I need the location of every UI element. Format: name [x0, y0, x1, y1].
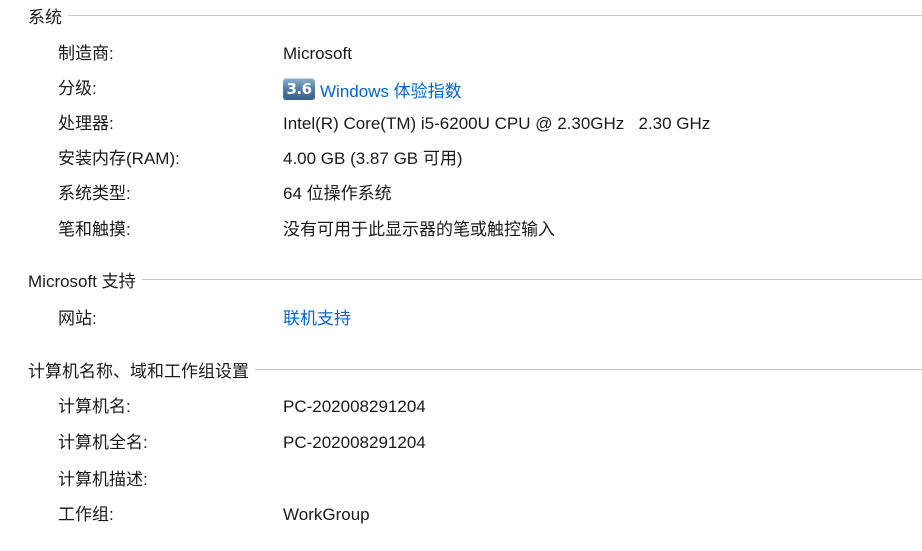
computer-description-label: 计算机描述: [58, 470, 148, 489]
section-divider [255, 369, 922, 370]
processor-label: 处理器: [58, 114, 114, 133]
rating-label: 分级: [58, 79, 97, 98]
pen-touch-value: 没有可用于此显示器的笔或触控输入 [283, 220, 555, 239]
full-computer-name-row: 计算机全名: PC-202008291204 [0, 429, 922, 457]
processor-value: Intel(R) Core(TM) i5-6200U CPU @ 2.30GHz… [283, 114, 711, 133]
computer-section-title: 计算机名称、域和工作组设置 [28, 361, 249, 381]
system-type-label: 系统类型: [58, 184, 131, 203]
full-computer-name-label: 计算机全名: [58, 433, 148, 452]
full-computer-name-value: PC-202008291204 [283, 433, 426, 452]
system-type-row: 系统类型: 64 位操作系统 [0, 180, 922, 208]
system-type-value: 64 位操作系统 [283, 184, 392, 203]
processor-row: 处理器: Intel(R) Core(TM) i5-6200U CPU @ 2.… [0, 110, 922, 138]
support-section-title: Microsoft 支持 [28, 271, 136, 291]
ram-label: 安装内存(RAM): [58, 149, 180, 168]
workgroup-row: 工作组: WorkGroup [0, 501, 922, 529]
computer-name-row: 计算机名: PC-202008291204 [0, 393, 922, 421]
workgroup-value: WorkGroup [283, 505, 370, 524]
manufacturer-row: 制造商: Microsoft [0, 40, 922, 68]
workgroup-label: 工作组: [58, 505, 114, 524]
computer-description-row: 计算机描述: [0, 466, 922, 494]
computer-name-label: 计算机名: [58, 397, 131, 416]
computer-name-value: PC-202008291204 [283, 397, 426, 416]
ram-value: 4.00 GB (3.87 GB 可用) [283, 149, 463, 168]
online-support-link[interactable]: 联机支持 [283, 305, 351, 333]
website-row: 网站: 联机支持 [0, 305, 922, 333]
pen-touch-row: 笔和触摸: 没有可用于此显示器的笔或触控输入 [0, 216, 922, 244]
rating-row: 分级: 3.6 Windows 体验指数 [0, 75, 922, 103]
rating-score-icon[interactable]: 3.6 [283, 78, 315, 100]
system-section-header: 系统 [28, 2, 922, 28]
rating-value: 3.6 Windows 体验指数 [283, 75, 462, 103]
ram-row: 安装内存(RAM): 4.00 GB (3.87 GB 可用) [0, 145, 922, 173]
section-divider [141, 279, 922, 280]
website-label: 网站: [58, 309, 97, 328]
computer-section-header: 计算机名称、域和工作组设置 [28, 356, 922, 382]
manufacturer-label: 制造商: [58, 44, 114, 63]
section-divider [68, 15, 922, 16]
support-section-header: Microsoft 支持 [28, 266, 922, 292]
manufacturer-value: Microsoft [283, 44, 352, 63]
system-section-title: 系统 [28, 7, 62, 27]
pen-touch-label: 笔和触摸: [58, 220, 131, 239]
experience-index-link[interactable]: Windows 体验指数 [320, 77, 462, 102]
